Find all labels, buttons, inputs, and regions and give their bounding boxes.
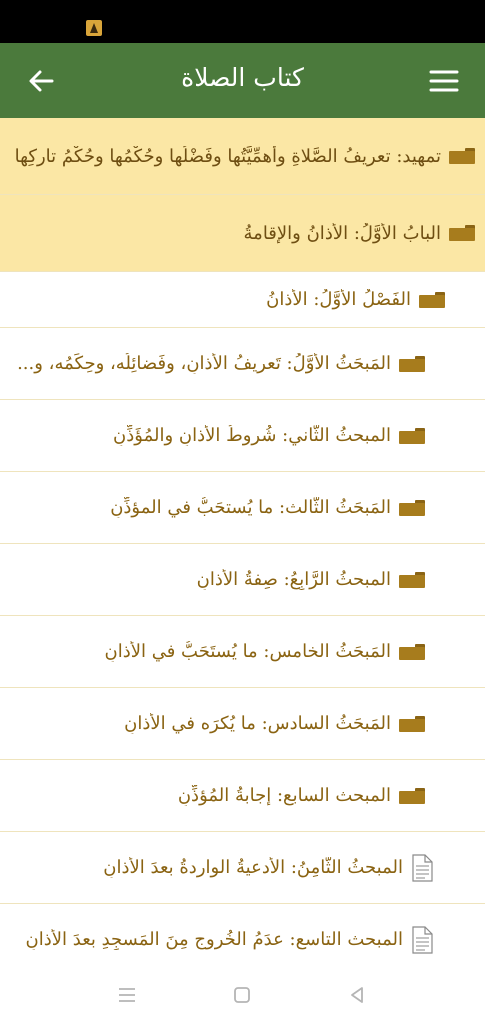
toc-item-label: المبحثُ الثَّاني: شُروطُ الأذانِ والمُؤَ… xyxy=(113,425,391,446)
system-nav-bar xyxy=(0,965,485,1024)
toc-item-label: البابُ الأوَّلُ: الأذانُ والإقامةُ xyxy=(243,222,441,244)
menu-button[interactable] xyxy=(423,60,465,102)
folder-icon xyxy=(449,148,475,164)
status-bar xyxy=(0,0,485,43)
toc-list: تمهيد: تعريفُ الصَّلاةِ وأهمِّيَّتُها وف… xyxy=(0,118,485,976)
toc-item-label: الفَصْلُ الأوَّلُ: الأذانُ xyxy=(266,289,411,310)
document-icon xyxy=(412,925,433,954)
toc-item-label: المبحثُ الثَّامِنُ: الأدعيةُ الواردةُ بع… xyxy=(103,857,403,878)
toc-item-label: المَبحَثُ الخامس: ما يُستَحَبُّ في الأذا… xyxy=(104,641,392,662)
document-icon xyxy=(412,853,433,882)
toc-item-m6[interactable]: المَبحَثُ السادس: ما يُكرَه في الأذانِ xyxy=(0,688,485,760)
toc-item-m8[interactable]: المبحثُ الثَّامِنُ: الأدعيةُ الواردةُ بع… xyxy=(0,832,485,904)
system-back-button[interactable] xyxy=(345,983,369,1007)
toc-item-fasl1[interactable]: الفَصْلُ الأوَّلُ: الأذانُ xyxy=(0,272,485,328)
toc-item-label: المبحث التاسع: عدَمُ الخُروجِ مِنَ المَس… xyxy=(25,929,403,950)
folder-icon xyxy=(399,355,425,372)
back-triangle-icon xyxy=(351,987,363,1003)
toc-item-m7[interactable]: المبحث السابع: إجابةُ المُؤذِّنِ xyxy=(0,760,485,832)
folder-icon xyxy=(399,715,425,732)
page-title: كتاب الصلاة xyxy=(181,63,304,92)
home-button[interactable] xyxy=(230,983,254,1007)
toc-item-label: المَبحَثُ السادس: ما يُكرَه في الأذانِ xyxy=(124,713,391,734)
folder-icon xyxy=(449,225,475,241)
folder-icon xyxy=(399,427,425,444)
folder-icon xyxy=(399,643,425,660)
folder-icon xyxy=(399,787,425,804)
folder-icon xyxy=(419,291,445,308)
toc-item-bab1[interactable]: البابُ الأوَّلُ: الأذانُ والإقامةُ xyxy=(0,195,485,272)
toc-item-label: المبحث السابع: إجابةُ المُؤذِّنِ xyxy=(177,785,391,806)
recents-lines-icon xyxy=(119,988,135,1002)
folder-icon xyxy=(399,571,425,588)
toc-item-m5[interactable]: المَبحَثُ الخامس: ما يُستَحَبُّ في الأذا… xyxy=(0,616,485,688)
toc-item-intro[interactable]: تمهيد: تعريفُ الصَّلاةِ وأهمِّيَّتُها وف… xyxy=(0,118,485,195)
app-notification-icon xyxy=(86,20,102,36)
toc-item-m3[interactable]: المَبحَثُ الثَّالث: ما يُستحَبُّ في المؤ… xyxy=(0,472,485,544)
toc-item-label: المَبحَثُ الثَّالث: ما يُستحَبُّ في المؤ… xyxy=(110,497,391,518)
toc-item-m4[interactable]: المبحثُ الرَّابِعُ: صِفةُ الأذانِ xyxy=(0,544,485,616)
folder-icon xyxy=(399,499,425,516)
recents-button[interactable] xyxy=(115,983,139,1007)
toc-item-label: المبحثُ الرَّابِعُ: صِفةُ الأذانِ xyxy=(196,569,391,590)
hamburger-menu-icon xyxy=(429,70,459,92)
toc-item-label: تمهيد: تعريفُ الصَّلاةِ وأهمِّيَّتُها وف… xyxy=(14,145,441,167)
toc-item-label: المَبحَثُ الأوَّلُ: تَعريفُ الأذانِ، وفَ… xyxy=(17,353,391,374)
toc-item-m2[interactable]: المبحثُ الثَّاني: شُروطُ الأذانِ والمُؤَ… xyxy=(0,400,485,472)
toc-item-m1[interactable]: المَبحَثُ الأوَّلُ: تَعريفُ الأذانِ، وفَ… xyxy=(0,328,485,400)
app-bar: كتاب الصلاة xyxy=(0,43,485,118)
home-square-icon xyxy=(234,987,250,1003)
